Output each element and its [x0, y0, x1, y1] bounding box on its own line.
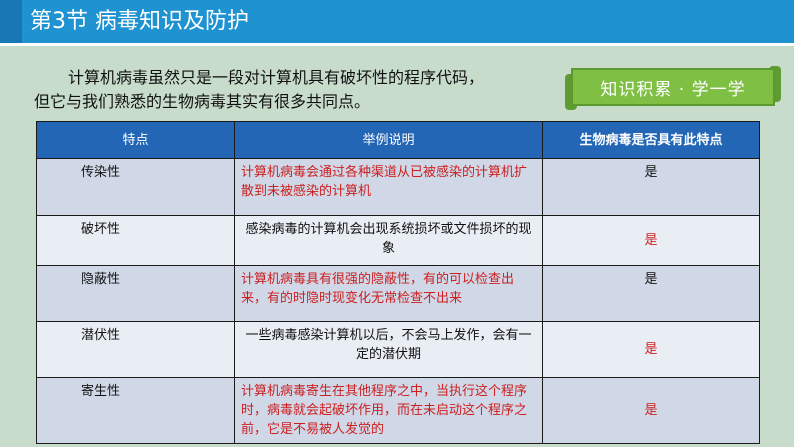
example-cell: 计算机病毒具有很强的隐蔽性，有的可以检查出来，有的时隐时现变化无常检查不出来 — [234, 265, 543, 322]
intro-line-1: 计算机病毒虽然只是一段对计算机具有破坏性的程序代码， — [68, 68, 485, 87]
virus-features-table: 特点 举例说明 生物病毒是否具有此特点 传染性 计算机病毒会通过各种渠道从已被感… — [36, 121, 760, 444]
header-bio-virus: 生物病毒是否具有此特点 — [542, 121, 760, 159]
answer-cell: 是 — [542, 321, 760, 378]
table-row: 隐蔽性 计算机病毒具有很强的隐蔽性，有的可以检查出来，有的时隐时现变化无常检查不… — [36, 265, 760, 322]
feature-cell: 寄生性 — [36, 377, 235, 444]
example-cell: 计算机病毒寄生在其他程序之中，当执行这个程序时，病毒就会起破坏作用，而在未启动这… — [234, 377, 543, 444]
answer-cell: 是 — [542, 265, 760, 322]
intro-line-2: 但它与我们熟悉的生物病毒其实有很多共同点。 — [34, 92, 371, 111]
banner-label: 知识积累 · 学一学 — [571, 68, 775, 106]
feature-cell: 破坏性 — [36, 215, 235, 266]
table-row: 破坏性 感染病毒的计算机会出现系统损坏或文件损坏的现象 是 — [36, 215, 760, 266]
table-row: 潜伏性 一些病毒感染计算机以后，不会马上发作，会有一定的潜伏期 是 — [36, 321, 760, 378]
header-example: 举例说明 — [234, 121, 543, 159]
example-cell: 一些病毒感染计算机以后，不会马上发作，会有一定的潜伏期 — [234, 321, 543, 378]
example-cell: 计算机病毒会通过各种渠道从已被感染的计算机扩散到未被感染的计算机 — [234, 158, 543, 216]
feature-cell: 潜伏性 — [36, 321, 235, 378]
answer-cell: 是 — [542, 158, 760, 216]
feature-cell: 传染性 — [36, 158, 235, 216]
header-bar: 第3节 病毒知识及防护 — [0, 0, 794, 46]
header-accent — [0, 0, 22, 43]
table-row: 寄生性 计算机病毒寄生在其他程序之中，当执行这个程序时，病毒就会起破坏作用，而在… — [36, 377, 760, 444]
example-cell: 感染病毒的计算机会出现系统损坏或文件损坏的现象 — [234, 215, 543, 266]
feature-cell: 隐蔽性 — [36, 265, 235, 322]
answer-cell: 是 — [542, 377, 760, 444]
table-row: 传染性 计算机病毒会通过各种渠道从已被感染的计算机扩散到未被感染的计算机 是 — [36, 158, 760, 216]
page-title: 第3节 病毒知识及防护 — [30, 9, 249, 34]
answer-cell: 是 — [542, 215, 760, 266]
header-feature: 特点 — [36, 121, 235, 159]
knowledge-banner: 知识积累 · 学一学 — [565, 66, 781, 112]
intro-text: 计算机病毒虽然只是一段对计算机具有破坏性的程序代码， 但它与我们熟悉的生物病毒其… — [34, 66, 514, 114]
table-header-row: 特点 举例说明 生物病毒是否具有此特点 — [36, 121, 760, 159]
